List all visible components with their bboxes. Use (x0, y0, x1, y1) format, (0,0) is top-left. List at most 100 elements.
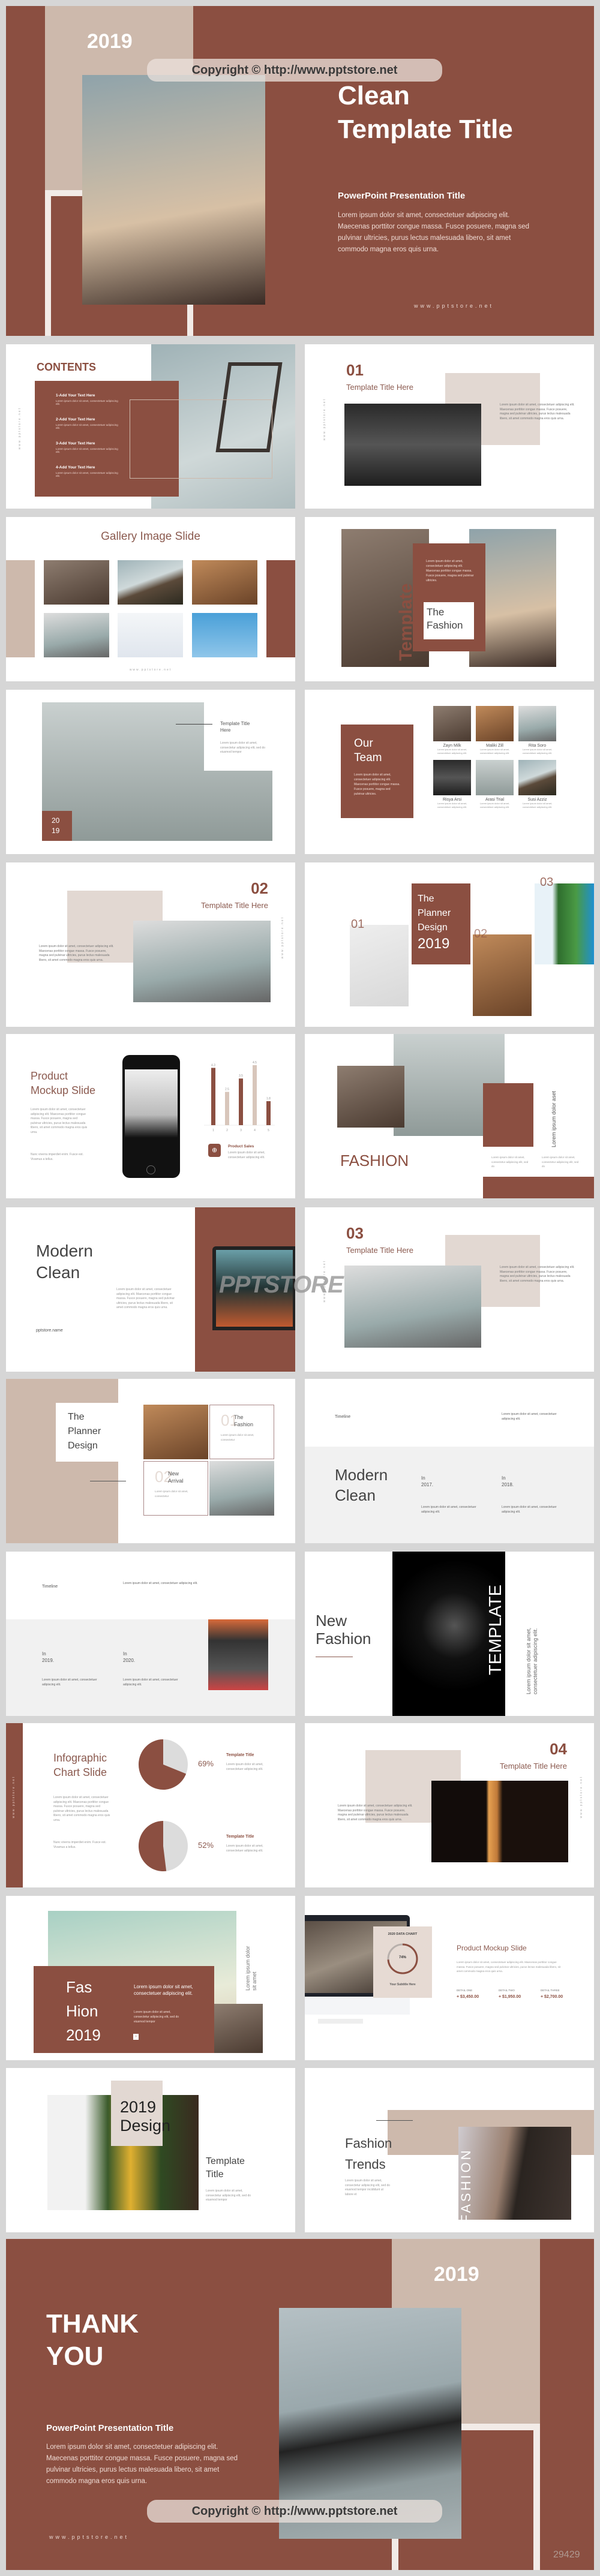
vertical-url: www.pptstore.net (281, 916, 284, 959)
title-line: Modern (335, 1466, 388, 1484)
item-text: Lorem ipsum dolor sit amet, consectetuer… (56, 423, 118, 429)
card-title: New (168, 1471, 179, 1477)
title-line: Hion (66, 2002, 98, 2020)
phone-mockup (122, 1055, 180, 1178)
site-url: www.pptstore.net (414, 303, 494, 309)
notch (204, 702, 272, 771)
slide-gallery: Gallery Image Slide www.pptstore.net (6, 517, 295, 681)
slide-planner-grid: The Planner Design 01 The Fashion Lorem ipsum… (6, 1379, 295, 1543)
member-text: Lorem ipsum dolor sit amet, consectetuer… (479, 748, 510, 755)
year-value: 2020. (123, 1658, 136, 1663)
team-member[interactable]: Rita Soro Lorem ipsum dolor sit amet, con… (518, 706, 556, 755)
vertical-title: Template (396, 583, 416, 661)
team-member[interactable]: Susi Azziz Lorem ipsum dolor sit amet, co… (518, 760, 556, 809)
detail-label: DETAIL THREE (541, 1989, 560, 1992)
bar (225, 1092, 229, 1125)
sales-title: Product Sales (228, 1144, 254, 1149)
card-text: Lorem ipsum dolor sit amet, consectetur (221, 1433, 254, 1441)
pie-chart-69 (139, 1739, 188, 1790)
subtitle: PowerPoint Presentation Title (46, 2423, 174, 2433)
gallery-photo[interactable] (44, 613, 109, 657)
section-text: Lorem ipsum dolor sit amet, consectetuer… (500, 1266, 575, 1283)
gallery-photo[interactable] (192, 560, 257, 605)
card-title: Arrival (168, 1478, 184, 1484)
phone-screen (125, 1069, 178, 1161)
member-text: Lorem ipsum dolor sit amet, consectetuer… (522, 802, 553, 808)
monitor-stand (318, 2019, 363, 2024)
subtitle-line: Title (206, 2169, 224, 2180)
contents-list: 1-Add Your Text Here Lorem ipsum dolor si… (56, 393, 122, 489)
slide-2019-design: 2019 Design Template Title Lorem ipsum dol… (6, 2068, 295, 2232)
contents-item[interactable]: 3-Add Your Text Here Lorem ipsum dolor si… (56, 441, 122, 465)
section-number: 03 (346, 1224, 364, 1242)
card-arrival[interactable]: 02 New Arrival Lorem ipsum dolor sit amet, … (143, 1461, 208, 1516)
slide-section-04: 04 Template Title Here Lorem ipsum dolor… (305, 1723, 594, 1887)
x-tick-label: 4 (254, 1129, 256, 1132)
title-line: Infographic (53, 1752, 107, 1764)
template-id: 29429 (553, 2550, 580, 2560)
bridge-photo (458, 2127, 571, 2220)
title-line: 2019 (66, 2026, 101, 2044)
contents-item[interactable]: 1-Add Your Text Here Lorem ipsum dolor si… (56, 393, 122, 417)
slide-smoke: Template Title Here Lorem ipsum dolor sit… (6, 690, 295, 854)
vertical-text: Lorem ipsum dolor sit amet (245, 1946, 257, 1991)
watermark-logo: PPTSTORE (219, 1272, 344, 1298)
detail-value: + $1,950.00 (499, 1995, 521, 1999)
title: Clean Template Title (338, 79, 513, 146)
copyright-banner: Copyright © http://www.pptstore.net (147, 2500, 442, 2523)
title: Fashion Trends (345, 2133, 392, 2175)
gallery-photo[interactable] (118, 613, 183, 657)
team-member[interactable]: Maliki Zill Lorem ipsum dolor sit amet, c… (476, 706, 514, 755)
section-title: Template Title Here (201, 901, 268, 910)
title: Infographic Chart Slide (53, 1751, 107, 1780)
member-photo (518, 706, 556, 741)
contents-item[interactable]: 2-Add Your Text Here Lorem ipsum dolor si… (56, 417, 122, 441)
title-line: YOU (46, 2341, 104, 2371)
title: Product Mockup Slide (31, 1069, 95, 1098)
subtitle: Template Title (206, 2155, 245, 2181)
gallery-photo[interactable] (118, 560, 183, 605)
bar-value-label: 3.5 (239, 1074, 243, 1078)
window-light-photo (431, 1781, 568, 1862)
contents-title: CONTENTS (37, 361, 96, 373)
title-line: Planner (68, 1426, 101, 1436)
detail-label: DETAIL TWO (499, 1989, 515, 1992)
subtitle-line: Template (206, 2156, 245, 2166)
motorbike-photo (209, 1461, 274, 1516)
year-badge: 20 19 (42, 811, 72, 841)
item-text: Lorem ipsum dolor sit amet, consectetuer… (56, 447, 118, 453)
member-name: Susi Azziz (527, 798, 547, 802)
year-2019: In 2019. (42, 1651, 54, 1664)
year-value: 2019. (42, 1658, 55, 1663)
card-text: Lorem ipsum dolor sit amet, consectetur (155, 1490, 188, 1498)
team-member[interactable]: Zayn Milk Lorem ipsum dolor sit amet, con… (433, 706, 471, 755)
outline-frame (130, 399, 272, 479)
contents-item[interactable]: 4-Add Your Text Here Lorem ipsum dolor si… (56, 465, 122, 489)
year-text: Lorem ipsum dolor sit amet, consectetuer… (502, 1505, 557, 1514)
member-name: Arasi Trial (485, 798, 505, 802)
plus-icon: ⊕ (208, 1144, 221, 1157)
leaf-photo (535, 883, 594, 964)
team-member[interactable]: Arasi Trial Lorem ipsum dolor sit amet, c… (476, 760, 514, 809)
item-title: Template Title (226, 1753, 254, 1757)
year-text: Lorem ipsum dolor sit amet, consectetuer… (42, 1678, 97, 1687)
card-fashion[interactable]: 01 The Fashion Lorem ipsum dolor sit amet, … (209, 1405, 274, 1459)
photo (143, 1405, 208, 1459)
timeline-label: Timeline (42, 1585, 58, 1589)
footer-url: www.pptstore.net (129, 668, 172, 672)
gallery-photo[interactable] (192, 613, 257, 657)
x-tick-label: 2 (226, 1129, 228, 1132)
pie-chart-52 (139, 1821, 188, 1871)
chevron-right-icon[interactable]: › (133, 2034, 139, 2040)
bar (266, 1101, 271, 1125)
team-member[interactable]: Risya Arsi Lorem ipsum dolor sit amet, co… (433, 760, 471, 809)
label-01: 01 (351, 918, 365, 931)
section-text: Lorem ipsum dolor sit amet, consectetuer… (338, 1804, 413, 1821)
slide-section-03: 03 Template Title Here Lorem ipsum dolor… (305, 1207, 594, 1372)
gallery-photo[interactable] (44, 560, 109, 605)
item-text: Lorem ipsum dolor sit amet, consectetuer… (226, 1844, 263, 1853)
year-prefix: In (123, 1651, 127, 1657)
vertical-url: www.pptstore.net (12, 1776, 16, 1818)
timeline-text: Lorem ipsum dolor sit amet, consectetuer… (123, 1582, 198, 1585)
label-03: 03 (540, 876, 554, 889)
